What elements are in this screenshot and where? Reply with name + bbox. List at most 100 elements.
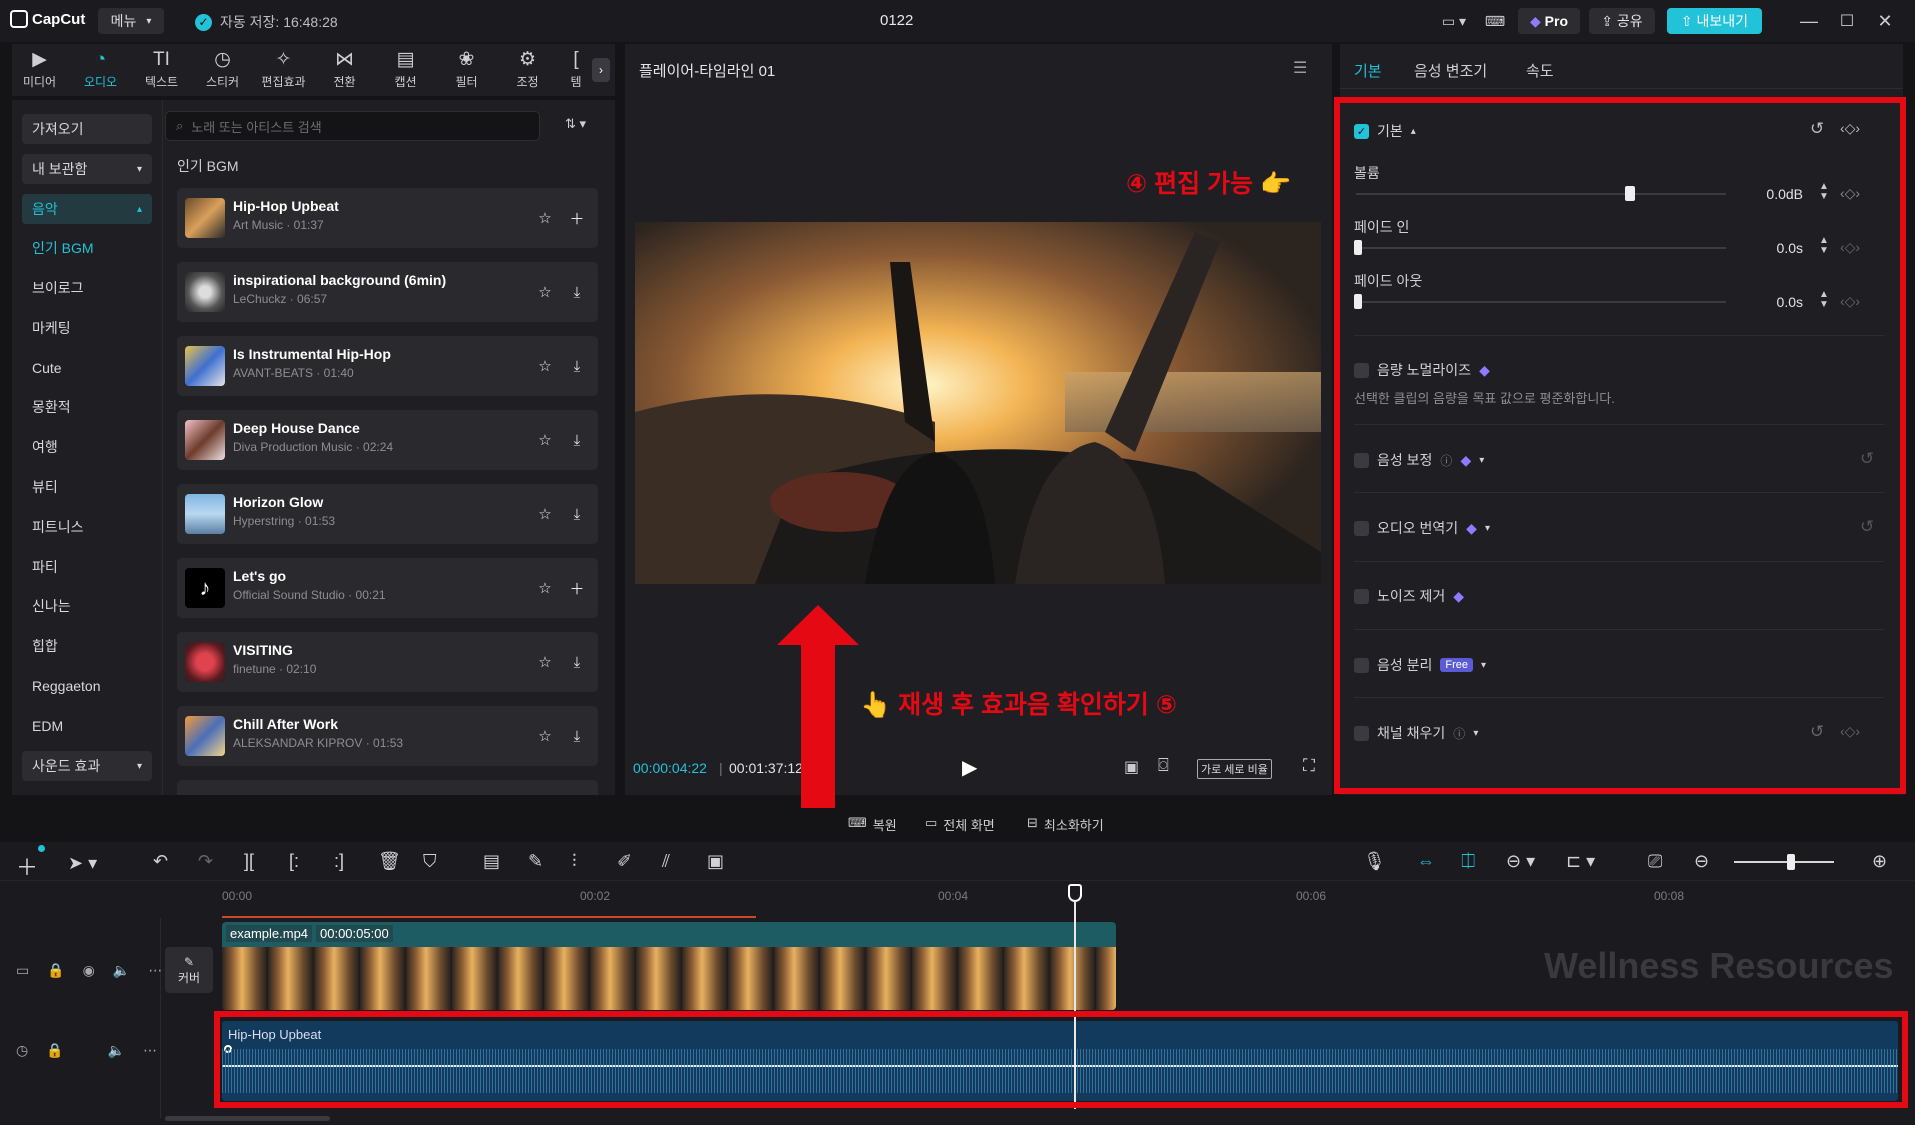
tab-basic[interactable]: 기본 bbox=[1354, 60, 1382, 81]
nav-item-dreamy[interactable]: 몽환적 bbox=[22, 392, 152, 422]
fullscreen-view-button[interactable]: ▭ 전체 화면 bbox=[925, 815, 995, 834]
playhead-handle[interactable] bbox=[1068, 884, 1082, 902]
favorite-button[interactable]: ☆ bbox=[534, 355, 556, 377]
layout-button[interactable]: ▭ ▾ bbox=[1432, 8, 1476, 34]
tool-effects[interactable]: ✧ 편집효과 bbox=[256, 44, 311, 96]
preview-axis-button[interactable]: ⊏ ▾ bbox=[1566, 851, 1595, 872]
lock-icon[interactable]: 🔒 bbox=[47, 962, 64, 979]
main-track-magnet-button[interactable]: ⇔ bbox=[1417, 851, 1435, 872]
nav-item-upbeat[interactable]: 신나는 bbox=[22, 591, 152, 621]
track-item[interactable]: ♪ Let's go Official Sound Studio · 00:21… bbox=[177, 558, 598, 618]
favorite-button[interactable]: ☆ bbox=[534, 503, 556, 525]
tool-sticker[interactable]: ◷ 스티커 bbox=[195, 44, 250, 96]
delete-button[interactable]: 🗑 bbox=[378, 851, 401, 872]
download-button[interactable]: ⤓ bbox=[566, 429, 588, 451]
tab-speed[interactable]: 속도 bbox=[1526, 60, 1554, 81]
track-item[interactable]: inspirational background (6min) LeChuckz… bbox=[177, 262, 598, 322]
maximize-window-button[interactable]: ☐ bbox=[1834, 8, 1860, 34]
track-item[interactable]: VISITING finetune · 02:10 ☆ ⤓ bbox=[177, 632, 598, 692]
download-button[interactable]: ⤓ bbox=[566, 281, 588, 303]
select-tool-button[interactable]: ➤ ▾ bbox=[68, 853, 97, 874]
timeline-scrollbar[interactable] bbox=[165, 1116, 330, 1121]
add-track-button[interactable]: ＋ bbox=[566, 577, 588, 599]
toolbar-next-button[interactable]: › bbox=[592, 58, 610, 82]
nav-item-party[interactable]: 파티 bbox=[22, 552, 152, 582]
record-button[interactable]: 🎙 bbox=[1363, 851, 1386, 872]
more-icon[interactable]: ⋯ bbox=[143, 1042, 157, 1059]
restore-button[interactable]: ⌨ 복원 bbox=[848, 815, 897, 834]
fullscreen-button[interactable]: ⛶ bbox=[1303, 756, 1315, 776]
beat-button[interactable]: ✐ bbox=[617, 851, 632, 872]
player-menu-button[interactable]: ☰ bbox=[1293, 58, 1307, 78]
download-button[interactable]: ⤓ bbox=[566, 725, 588, 747]
track-item[interactable]: Hip-Hop Upbeat Art Music · 01:37 ☆ ＋ bbox=[177, 188, 598, 248]
grid-view-button[interactable]: ▣ bbox=[1124, 757, 1139, 777]
tool-adjust[interactable]: ⚙ 조정 bbox=[500, 44, 555, 96]
pro-button[interactable]: ◆ Pro bbox=[1518, 8, 1580, 34]
music-search-input[interactable]: ⌕ 노래 또는 아티스트 검색 bbox=[165, 111, 540, 141]
video-preview[interactable] bbox=[635, 222, 1321, 584]
lock-icon[interactable]: 🔒 bbox=[46, 1042, 63, 1059]
sort-filter-button[interactable]: ⇅ ▾ bbox=[565, 116, 586, 132]
marker-button[interactable]: ⛉ bbox=[423, 851, 437, 872]
tool-media[interactable]: ▶ 미디어 bbox=[12, 44, 67, 96]
zoom-in-button[interactable]: ⊕ bbox=[1872, 851, 1887, 872]
video-clip[interactable]: example.mp4 00:00:05:00 bbox=[222, 922, 1116, 1010]
add-track-button[interactable]: ＋ bbox=[566, 207, 588, 229]
nav-item-hiphop[interactable]: 힙합 bbox=[22, 631, 152, 661]
tool-template[interactable]: [템 bbox=[561, 44, 591, 96]
nav-item-beauty[interactable]: 뷰티 bbox=[22, 472, 152, 502]
nav-item-fitness[interactable]: 피트니스 bbox=[22, 512, 152, 542]
speaker-icon[interactable]: 🔈 bbox=[113, 962, 130, 979]
eye-icon[interactable]: ◉ bbox=[83, 962, 95, 979]
tool-captions[interactable]: ▤ 캡션 bbox=[378, 44, 433, 96]
nav-item-popular-bgm[interactable]: 인기 BGM bbox=[22, 233, 152, 263]
auto-snap-button[interactable]: ⎅ bbox=[1461, 851, 1475, 872]
track-item[interactable]: Is Instrumental Hip-Hop AVANT-BEATS · 01… bbox=[177, 336, 598, 396]
share-button[interactable]: ⇪ 공유 bbox=[1589, 8, 1655, 34]
speaker-icon[interactable]: 🔈 bbox=[108, 1042, 125, 1059]
cover-button[interactable]: ✎ 커버 bbox=[165, 947, 213, 993]
minimize-window-button[interactable]: — bbox=[1796, 8, 1822, 34]
export-button[interactable]: ⇧ 내보내기 bbox=[1667, 8, 1762, 34]
favorite-button[interactable]: ☆ bbox=[534, 207, 556, 229]
nav-item-edm[interactable]: EDM bbox=[22, 711, 152, 741]
fit-timeline-button[interactable]: ⎚ bbox=[1648, 851, 1662, 872]
tool-transition[interactable]: ⋈ 전환 bbox=[317, 44, 372, 96]
favorite-button[interactable]: ☆ bbox=[534, 725, 556, 747]
favorite-button[interactable]: ☆ bbox=[534, 651, 556, 673]
shortcut-button[interactable]: ⌨ bbox=[1480, 8, 1510, 34]
add-track-button[interactable]: ＋ bbox=[16, 850, 38, 882]
my-library-dropdown[interactable]: 내 보관함 ▾ bbox=[22, 154, 152, 184]
tool-audio[interactable]: ◔ 오디오 bbox=[73, 44, 128, 96]
freeze-frame-button[interactable]: ▤ bbox=[483, 851, 500, 872]
adjust-audio-button[interactable]: ⫶ bbox=[572, 851, 577, 872]
undo-button[interactable]: ↶ bbox=[153, 851, 168, 872]
split-left-button[interactable]: [: bbox=[289, 851, 299, 872]
caption-edit-button[interactable]: ▣ bbox=[707, 851, 724, 872]
track-item[interactable]: Horizon Glow Hyperstring · 01:53 ☆ ⤓ bbox=[177, 484, 598, 544]
zoom-slider-knob[interactable] bbox=[1787, 854, 1795, 870]
nav-item-cute[interactable]: Cute bbox=[22, 353, 152, 383]
sound-effects-dropdown[interactable]: 사운드 효과 ▾ bbox=[22, 751, 152, 781]
zoom-out-button[interactable]: ⊖ bbox=[1694, 851, 1709, 872]
split-button[interactable]: ][ bbox=[244, 851, 254, 872]
favorite-button[interactable]: ☆ bbox=[534, 429, 556, 451]
audio-wave-button[interactable]: ⫽ bbox=[662, 851, 670, 872]
favorite-button[interactable]: ☆ bbox=[534, 281, 556, 303]
minimize-view-button[interactable]: ⊟ 최소화하기 bbox=[1027, 815, 1104, 834]
close-window-button[interactable]: ✕ bbox=[1872, 8, 1898, 34]
track-item[interactable]: Chill After Work ALEKSANDAR KIPROV · 01:… bbox=[177, 706, 598, 766]
nav-item-reggaeton[interactable]: Reggaeton bbox=[22, 671, 152, 701]
import-button[interactable]: 가져오기 bbox=[22, 114, 152, 144]
play-button[interactable]: ▶ bbox=[962, 755, 977, 780]
music-category[interactable]: 음악 ▴ bbox=[22, 194, 152, 224]
split-right-button[interactable]: :] bbox=[334, 851, 344, 872]
more-icon[interactable]: ⋯ bbox=[148, 962, 162, 979]
snapshot-button[interactable]: ⌼ bbox=[1158, 755, 1169, 776]
tool-text[interactable]: TI 텍스트 bbox=[134, 44, 189, 96]
redo-button[interactable]: ↷ bbox=[198, 851, 213, 872]
ai-effect-button[interactable]: ✎ bbox=[528, 851, 543, 872]
menu-button[interactable]: 메뉴 ▾ bbox=[98, 8, 164, 34]
track-item[interactable]: Deep House Dance Diva Production Music ·… bbox=[177, 410, 598, 470]
